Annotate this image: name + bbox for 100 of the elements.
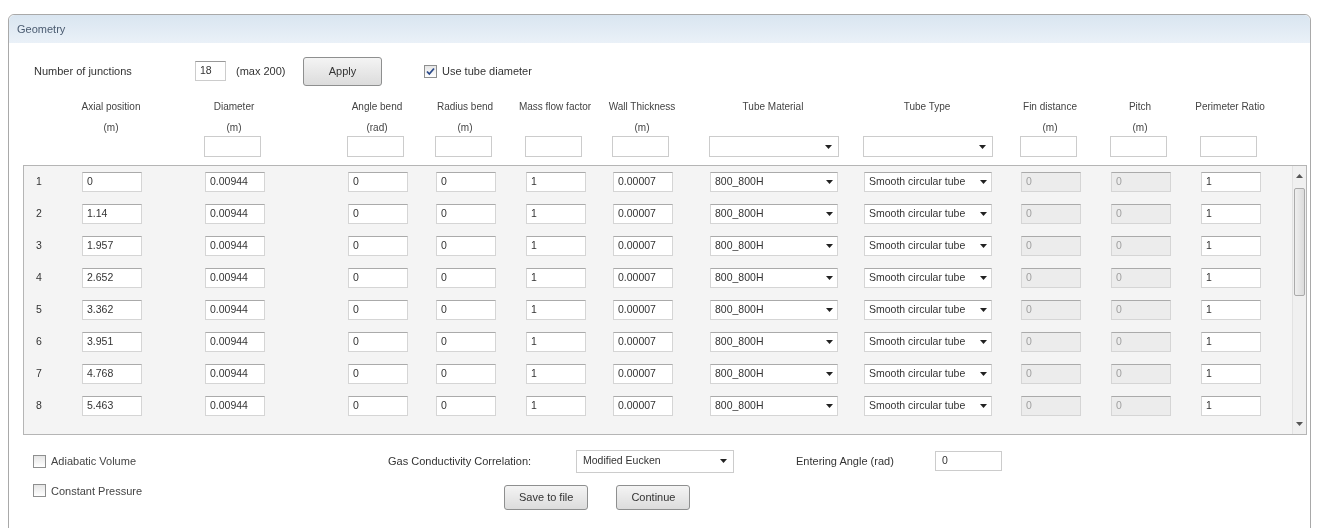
value-field[interactable]: 1 — [526, 396, 586, 416]
dropdown-caret-icon — [826, 276, 833, 280]
value-field[interactable]: 0.00007 — [613, 300, 673, 320]
gas-conductivity-dropdown[interactable]: Modified Eucken — [576, 449, 734, 473]
value-field[interactable]: 1 — [1201, 236, 1261, 256]
use-tube-diameter-checkbox[interactable] — [424, 64, 437, 78]
value-field[interactable]: 0 — [436, 396, 496, 416]
filter-dropdown[interactable] — [863, 136, 993, 157]
value-field[interactable]: 1 — [1201, 364, 1261, 384]
value-field[interactable]: 1 — [526, 332, 586, 352]
value-field[interactable]: 1 — [1201, 204, 1261, 224]
action-button[interactable]: Save to file — [504, 485, 589, 510]
value-field[interactable]: 0.00944 — [205, 364, 265, 384]
value-field[interactable]: 0 — [436, 236, 496, 256]
value-field[interactable]: 0.00007 — [613, 268, 673, 288]
value-field[interactable]: 0.00007 — [613, 204, 673, 224]
value-field[interactable]: 0 — [436, 300, 496, 320]
option-checkbox[interactable] — [33, 484, 46, 498]
value-field[interactable]: 0 — [348, 268, 408, 288]
filter-field[interactable] — [204, 136, 261, 157]
filter-field[interactable] — [1200, 136, 1257, 157]
value-field[interactable]: 0 — [436, 332, 496, 352]
dropdown[interactable]: Smooth circular tube — [864, 396, 992, 416]
dropdown-caret-icon — [826, 180, 833, 184]
value-field[interactable]: 0 — [82, 172, 142, 192]
dropdown[interactable]: Smooth circular tube — [864, 236, 992, 256]
value-field[interactable]: 0.00944 — [205, 300, 265, 320]
dropdown[interactable]: 800_800H — [710, 300, 838, 320]
value-field[interactable]: 0 — [436, 268, 496, 288]
dropdown[interactable]: 800_800H — [710, 268, 838, 288]
value-field[interactable]: 0 — [348, 332, 408, 352]
value-field[interactable]: 2.652 — [82, 268, 142, 288]
value-field[interactable]: 0.00944 — [205, 236, 265, 256]
dropdown-caret-icon — [980, 180, 987, 184]
value-field[interactable]: 1 — [1201, 300, 1261, 320]
value-field[interactable]: 1 — [1201, 396, 1261, 416]
value-field[interactable]: 1 — [526, 364, 586, 384]
dropdown[interactable]: Smooth circular tube — [864, 332, 992, 352]
value-field[interactable]: 0.00007 — [613, 364, 673, 384]
scrollbar[interactable] — [1292, 166, 1306, 434]
value-field[interactable]: 0.00007 — [613, 396, 673, 416]
entering-angle-field[interactable]: 0 — [935, 451, 1002, 471]
value-field[interactable]: 0.00944 — [205, 172, 265, 192]
checkbox-label: Adiabatic Volume — [51, 454, 136, 469]
value-field[interactable]: 1 — [526, 172, 586, 192]
value-field[interactable]: 0.00007 — [613, 332, 673, 352]
value-field[interactable]: 1 — [526, 300, 586, 320]
value-field[interactable]: 5.463 — [82, 396, 142, 416]
value-field[interactable]: 0 — [348, 300, 408, 320]
filter-field[interactable] — [435, 136, 492, 157]
apply-button[interactable]: Apply — [303, 56, 382, 86]
value-field[interactable]: 0 — [436, 364, 496, 384]
scroll-down-icon[interactable] — [1296, 422, 1303, 426]
option-checkbox[interactable] — [33, 454, 46, 468]
value-field[interactable]: 0 — [348, 396, 408, 416]
value-field[interactable]: 0 — [436, 172, 496, 192]
value-field[interactable]: 0 — [348, 236, 408, 256]
dropdown[interactable]: Smooth circular tube — [864, 300, 992, 320]
value-field[interactable]: 0.00944 — [205, 332, 265, 352]
scroll-thumb[interactable] — [1294, 188, 1305, 296]
row-number: 2 — [35, 206, 43, 222]
scroll-up-icon[interactable] — [1296, 174, 1303, 178]
dropdown[interactable]: 800_800H — [710, 236, 838, 256]
filter-dropdown[interactable] — [709, 136, 839, 157]
dropdown[interactable]: Smooth circular tube — [864, 268, 992, 288]
value-field[interactable]: 0 — [348, 204, 408, 224]
dropdown[interactable]: 800_800H — [710, 364, 838, 384]
value-field[interactable]: 0.00007 — [613, 236, 673, 256]
value-field[interactable]: 3.362 — [82, 300, 142, 320]
value-field[interactable]: 4.768 — [82, 364, 142, 384]
value-field[interactable]: 0 — [436, 204, 496, 224]
value-field[interactable]: 0.00944 — [205, 204, 265, 224]
dropdown[interactable]: 800_800H — [710, 396, 838, 416]
dropdown[interactable]: Smooth circular tube — [864, 204, 992, 224]
value-field[interactable]: 1.957 — [82, 236, 142, 256]
dropdown[interactable]: 800_800H — [710, 204, 838, 224]
dropdown[interactable]: 800_800H — [710, 172, 838, 192]
dropdown-caret-icon — [980, 308, 987, 312]
junctions-field[interactable]: 18 — [195, 61, 226, 81]
value-field[interactable]: 1 — [526, 236, 586, 256]
dropdown[interactable]: 800_800H — [710, 332, 838, 352]
value-field[interactable]: 1 — [526, 204, 586, 224]
value-field[interactable]: 1 — [1201, 172, 1261, 192]
filter-field[interactable] — [612, 136, 669, 157]
dropdown[interactable]: Smooth circular tube — [864, 364, 992, 384]
value-field[interactable]: 1 — [1201, 332, 1261, 352]
value-field[interactable]: 0 — [348, 172, 408, 192]
action-button[interactable]: Continue — [616, 485, 691, 510]
value-field[interactable]: 3.951 — [82, 332, 142, 352]
value-field[interactable]: 1.14 — [82, 204, 142, 224]
value-field[interactable]: 1 — [1201, 268, 1261, 288]
value-field[interactable]: 1 — [526, 268, 586, 288]
value-field[interactable]: 0.00944 — [205, 396, 265, 416]
filter-field[interactable] — [347, 136, 404, 157]
filter-field[interactable] — [525, 136, 582, 157]
value-field[interactable]: 0.00944 — [205, 268, 265, 288]
dropdown[interactable]: Smooth circular tube — [864, 172, 992, 192]
row-number: 7 — [35, 366, 43, 382]
value-field[interactable]: 0 — [348, 364, 408, 384]
value-field[interactable]: 0.00007 — [613, 172, 673, 192]
